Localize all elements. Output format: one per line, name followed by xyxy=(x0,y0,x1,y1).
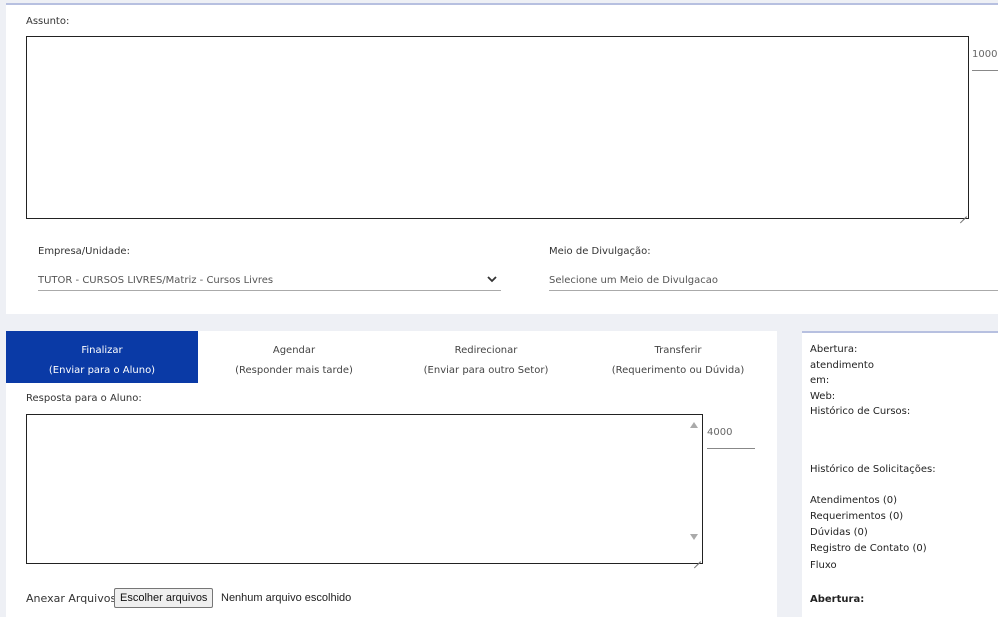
request-history-label: Histórico de Solicitações: xyxy=(810,464,936,475)
subject-counter: 10000 xyxy=(972,49,998,71)
scroll-up-icon[interactable] xyxy=(690,422,698,428)
choose-files-button[interactable]: Escolher arquivos xyxy=(114,588,214,608)
company-select-value: TUTOR - CURSOS LIVRES/Matriz - Cursos Li… xyxy=(38,275,274,286)
tab-transferir[interactable]: Transferir (Requerimento ou Dúvida) xyxy=(582,331,774,383)
tab-subtitle: (Enviar para o Aluno) xyxy=(48,365,156,376)
tab-agendar[interactable]: Agendar (Responder mais tarde) xyxy=(198,331,390,383)
atendimento-label: atendimento xyxy=(810,360,874,371)
em-label: em: xyxy=(810,375,830,386)
chevron-down-icon xyxy=(487,276,497,283)
company-select[interactable]: TUTOR - CURSOS LIVRES/Matriz - Cursos Li… xyxy=(38,271,501,291)
media-label: Meio de Divulgação: xyxy=(549,246,651,257)
subject-textarea[interactable] xyxy=(26,36,969,219)
atendimentos-link[interactable]: Atendimentos (0) xyxy=(810,495,897,506)
abertura-heading: Abertura: xyxy=(810,594,865,605)
action-tabs: Finalizar (Enviar para o Aluno) Agendar … xyxy=(6,331,777,383)
abertura-label: Abertura: xyxy=(810,344,858,355)
answer-textarea[interactable] xyxy=(26,414,703,564)
info-sidebar: Abertura: atendimento em: Web: Histórico… xyxy=(802,331,998,617)
tab-title: Finalizar xyxy=(81,345,123,356)
attach-label: Anexar Arquivos: xyxy=(26,592,120,605)
tab-subtitle: (Responder mais tarde) xyxy=(235,365,353,376)
tab-redirecionar[interactable]: Redirecionar (Enviar para outro Setor) xyxy=(390,331,582,383)
course-history-label: Histórico de Cursos: xyxy=(810,406,911,417)
media-select[interactable]: Selecione um Meio de Divulgacao xyxy=(549,271,998,291)
tab-finalizar[interactable]: Finalizar (Enviar para o Aluno) xyxy=(6,331,198,383)
tab-title: Redirecionar xyxy=(454,345,518,356)
duvidas-link[interactable]: Dúvidas (0) xyxy=(810,527,868,538)
registro-contato-link[interactable]: Registro de Contato (0) xyxy=(810,543,927,554)
subject-card: Assunto: 10000 Empresa/Unidade: TUTOR - … xyxy=(6,3,998,314)
company-label: Empresa/Unidade: xyxy=(38,246,130,257)
tab-title: Agendar xyxy=(272,345,316,356)
answer-scrollbar[interactable] xyxy=(687,416,701,562)
requerimentos-link[interactable]: Requerimentos (0) xyxy=(810,511,903,522)
file-status: Nenhum arquivo escolhido xyxy=(221,592,352,604)
subject-label: Assunto: xyxy=(26,16,70,27)
tab-title: Transferir xyxy=(654,345,702,356)
response-card: Finalizar (Enviar para o Aluno) Agendar … xyxy=(6,331,777,617)
scroll-down-icon[interactable] xyxy=(690,534,698,540)
tab-subtitle: (Requerimento ou Dúvida) xyxy=(611,365,745,376)
answer-counter: 4000 xyxy=(707,427,755,449)
resize-grip-icon[interactable] xyxy=(959,209,967,217)
tab-subtitle: (Enviar para outro Setor) xyxy=(423,365,549,376)
answer-label: Resposta para o Aluno: xyxy=(26,393,142,404)
resize-grip-icon[interactable] xyxy=(693,554,701,562)
fluxo-link[interactable]: Fluxo xyxy=(810,560,837,571)
media-select-value: Selecione um Meio de Divulgacao xyxy=(549,275,719,286)
web-label: Web: xyxy=(810,391,836,402)
